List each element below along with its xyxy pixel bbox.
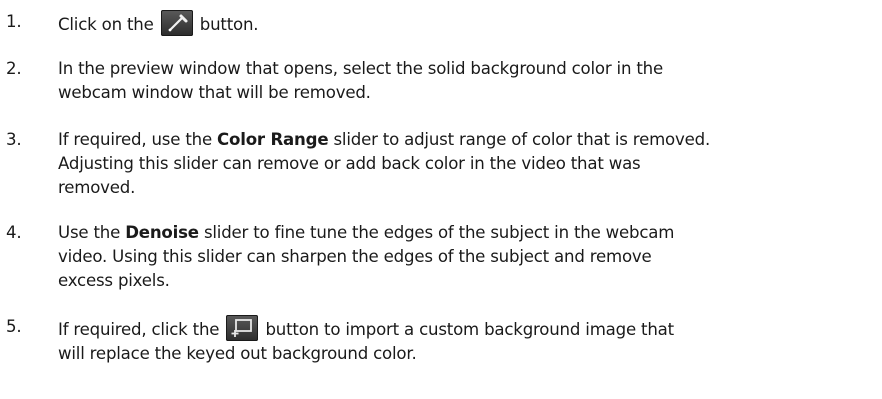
step-line: video. Using this slider can sharpen the… [58, 247, 652, 266]
step-line: If required, use the Color Range slider … [58, 128, 880, 152]
step-text: In the preview window that opens, select… [58, 57, 880, 105]
step-text-post: slider to adjust range of color that is … [333, 130, 711, 149]
step-line: removed. [58, 178, 136, 197]
step-text-pre: If required, use the [58, 130, 212, 149]
step-line: webcam window that will be removed. [58, 83, 371, 102]
step-number: 3. [6, 130, 22, 149]
step-line: If required, click the button to import … [58, 315, 880, 342]
step-number: 1. [6, 12, 22, 31]
step-text-pre: If required, click the [58, 320, 220, 339]
ui-term-color-range: Color Range [217, 130, 329, 149]
step-line: Adjusting this slider can remove or add … [58, 154, 641, 173]
step-number: 5. [6, 317, 22, 336]
step-line: Use the Denoise slider to fine tune the … [58, 221, 880, 245]
step-text: If required, use the Color Range slider … [58, 128, 880, 200]
step-line: excess pixels. [58, 271, 170, 290]
step-text-post: slider to fine tune the edges of the sub… [203, 223, 675, 242]
step-text-pre: Use the [58, 223, 121, 242]
step-text-post: button to import a custom background ima… [265, 320, 674, 339]
step-text: If required, click the button to import … [58, 315, 880, 366]
import-background-icon [226, 315, 259, 341]
step-text: Click on the button. [58, 10, 880, 37]
step-text-pre: Click on the [58, 15, 154, 34]
step-text: Use the Denoise slider to fine tune the … [58, 221, 880, 293]
eyedropper-icon [160, 10, 193, 36]
ui-term-denoise: Denoise [125, 223, 199, 242]
step-line: In the preview window that opens, select… [58, 59, 663, 78]
step-number: 4. [6, 223, 22, 242]
step-line: will replace the keyed out background co… [58, 344, 417, 363]
step-number: 2. [6, 59, 22, 78]
step-text-post: button. [199, 15, 259, 34]
